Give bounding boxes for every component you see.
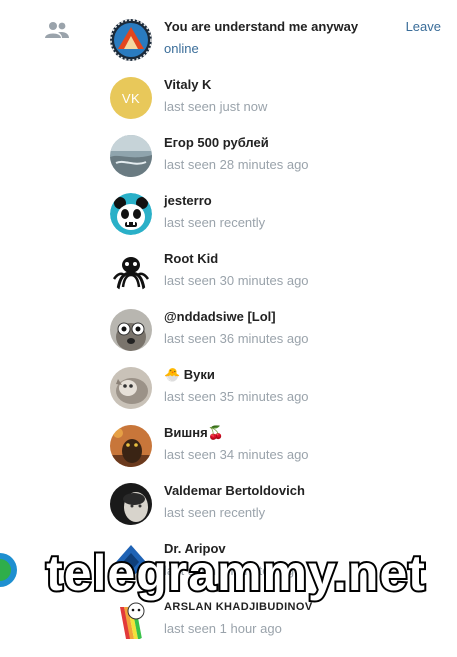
avatar bbox=[110, 309, 152, 351]
member-name: You are understand me anyway bbox=[164, 19, 359, 34]
member-row[interactable]: jesterro last seen recently bbox=[0, 193, 457, 251]
member-name: Root Kid bbox=[164, 251, 219, 266]
member-row[interactable]: 🐣 Вуки last seen 35 minutes ago bbox=[0, 367, 457, 425]
member-status: last seen recently bbox=[164, 215, 266, 230]
member-row[interactable]: @nddadsiwe [Lol] last seen 36 minutes ag… bbox=[0, 309, 457, 367]
member-status: last seen 28 minutes ago bbox=[164, 157, 309, 172]
member-status: last seen recently bbox=[164, 505, 266, 520]
member-name: 🐣 Вуки bbox=[164, 367, 215, 382]
avatar bbox=[110, 425, 152, 467]
member-status: last seen 30 minutes ago bbox=[164, 273, 309, 288]
avatar bbox=[110, 251, 152, 293]
member-row[interactable]: Root Kid last seen 30 minutes ago bbox=[0, 251, 457, 309]
member-row[interactable]: Егор 500 рублей last seen 28 minutes ago bbox=[0, 135, 457, 193]
avatar-initials: VK bbox=[121, 90, 141, 106]
member-status: last seen 36 minutes ago bbox=[164, 331, 309, 346]
member-name: @nddadsiwe [Lol] bbox=[164, 309, 276, 324]
member-status: last seen just now bbox=[164, 99, 268, 114]
member-name: Вишня🍒 bbox=[164, 425, 224, 440]
member-row[interactable]: VK Vitaly K last seen just now bbox=[0, 77, 457, 135]
watermark-logo bbox=[0, 553, 17, 587]
avatar: VK bbox=[110, 77, 152, 119]
member-name: Valdemar Bertoldovich bbox=[164, 483, 305, 498]
member-status: online bbox=[164, 41, 199, 56]
avatar bbox=[110, 483, 152, 525]
member-name: jesterro bbox=[164, 193, 212, 208]
member-row[interactable]: Valdemar Bertoldovich last seen recently bbox=[0, 483, 457, 541]
member-status: last seen 35 minutes ago bbox=[164, 389, 309, 404]
watermark-text: telegrammy.net bbox=[46, 545, 426, 601]
member-row[interactable]: Вишня🍒 last seen 34 minutes ago bbox=[0, 425, 457, 483]
member-row[interactable]: You are understand me anyway online bbox=[0, 19, 457, 77]
avatar bbox=[110, 193, 152, 235]
avatar bbox=[110, 19, 152, 61]
member-status: last seen 1 hour ago bbox=[164, 621, 282, 636]
avatar bbox=[110, 135, 152, 177]
member-status: last seen 34 minutes ago bbox=[164, 447, 309, 462]
member-name: Егор 500 рублей bbox=[164, 135, 269, 150]
member-name: Vitaly K bbox=[164, 77, 212, 92]
watermark: telegrammy.net bbox=[0, 543, 427, 603]
avatar bbox=[110, 367, 152, 409]
